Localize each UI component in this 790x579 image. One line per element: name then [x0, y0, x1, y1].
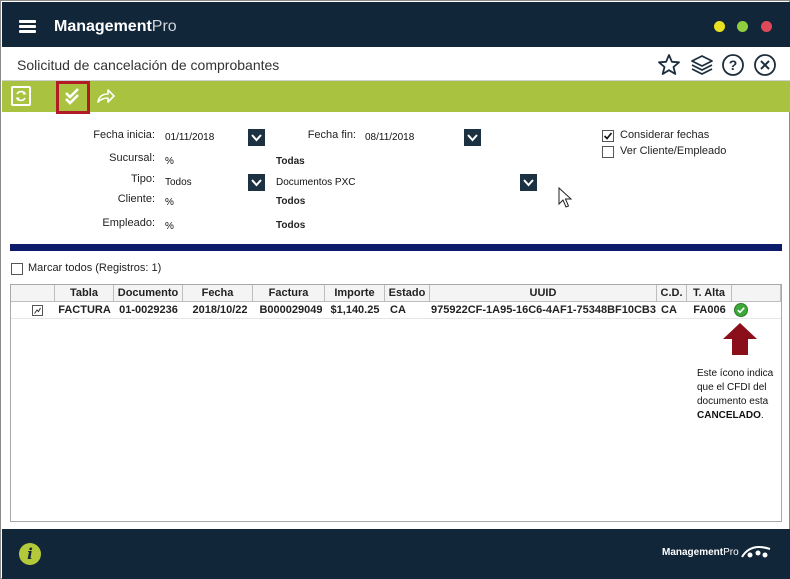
- arrow-up-icon: [723, 323, 757, 355]
- footer-logo: ManagementPro: [662, 547, 739, 558]
- considerar-fechas-checkbox[interactable]: [602, 130, 614, 142]
- close-window-button[interactable]: [761, 21, 772, 32]
- fecha-inicia-input[interactable]: 01/11/2018: [165, 129, 247, 146]
- star-icon[interactable]: [657, 53, 681, 77]
- cell-estado: CA: [390, 304, 406, 316]
- column-header-importe[interactable]: Importe: [325, 285, 385, 302]
- annotation-line-3: documento esta: [697, 396, 769, 407]
- footer-bar: i ManagementPro: [2, 529, 790, 579]
- empleado-label: Empleado:: [102, 217, 155, 229]
- cell-t-alta: FA006: [693, 304, 726, 316]
- cell-fecha: 2018/10/22: [192, 304, 248, 316]
- tipo-dropdown[interactable]: [248, 174, 265, 191]
- checkmark-icon: [603, 132, 613, 140]
- cliente-input[interactable]: %: [165, 194, 265, 211]
- fecha-fin-label: Fecha fin:: [307, 129, 356, 141]
- annotation-line-4: CANCELADO: [697, 410, 761, 421]
- column-header-cd[interactable]: C.D.: [657, 285, 687, 302]
- double-check-icon: [65, 88, 79, 105]
- sucursal-label: Sucursal:: [109, 152, 155, 164]
- page-title: Solicitud de cancelación de comprobantes: [17, 57, 280, 73]
- app-window: ManagementPro Solicitud de cancelación d…: [0, 0, 790, 579]
- refresh-button[interactable]: [11, 86, 31, 106]
- annotation-line-2: que el CFDI del: [697, 382, 767, 393]
- chevron-down-icon: [251, 179, 262, 187]
- svg-text:?: ?: [729, 57, 738, 73]
- ver-cliente-checkbox[interactable]: [602, 146, 614, 158]
- annotation-line-1: Este ícono indica: [697, 368, 774, 379]
- chevron-down-icon: [467, 134, 478, 142]
- marcar-todos-label: Marcar todos (Registros: 1): [28, 262, 162, 274]
- documents-table: Tabla Documento Fecha Factura Importe Es…: [10, 284, 782, 522]
- cell-tabla: FACTURA: [58, 304, 111, 316]
- cell-status: [732, 302, 750, 319]
- close-icon[interactable]: [753, 53, 777, 77]
- cell-factura: B000029049: [259, 304, 323, 316]
- column-header-t-alta[interactable]: T. Alta: [687, 285, 732, 302]
- fecha-fin-dropdown[interactable]: [464, 129, 481, 146]
- help-icon[interactable]: ?: [721, 53, 745, 77]
- column-header-fecha[interactable]: Fecha: [183, 285, 253, 302]
- brand-mark-icon: [741, 546, 771, 558]
- brand-main: Management: [54, 18, 152, 35]
- column-header-uuid[interactable]: UUID: [430, 285, 657, 302]
- tipo-label: Tipo:: [130, 173, 155, 185]
- empleado-input[interactable]: %: [165, 218, 265, 235]
- ver-cliente-label: Ver Cliente/Empleado: [620, 145, 727, 157]
- info-icon[interactable]: i: [19, 543, 41, 565]
- approve-cancellation-button[interactable]: [56, 81, 90, 114]
- column-header-estado[interactable]: Estado: [385, 285, 430, 302]
- column-header-tabla[interactable]: Tabla: [55, 285, 114, 302]
- cliente-label: Cliente:: [117, 193, 155, 205]
- menu-icon[interactable]: [19, 20, 36, 33]
- layers-icon[interactable]: [690, 53, 714, 77]
- empleado-description: Todos: [276, 220, 306, 231]
- table-header: Tabla Documento Fecha Factura Importe Es…: [11, 285, 781, 302]
- considerar-fechas-label: Considerar fechas: [620, 129, 710, 141]
- forward-icon: [97, 89, 115, 103]
- brand-pro: Pro: [151, 18, 177, 35]
- sucursal-description: Todas: [276, 156, 305, 167]
- page-header: Solicitud de cancelación de comprobantes…: [2, 47, 790, 81]
- edit-document-icon: [31, 305, 43, 316]
- annotation-line-4-suffix: .: [760, 410, 764, 421]
- cell-importe: $1,140.25: [330, 304, 380, 316]
- tipo-documento-select[interactable]: Documentos PXC: [276, 174, 519, 191]
- tipo-documento-dropdown[interactable]: [520, 174, 537, 191]
- check-circle-icon: [734, 303, 748, 317]
- column-header-status: [732, 285, 781, 302]
- column-header-factura[interactable]: Factura: [253, 285, 325, 302]
- fecha-inicia-label: Fecha inicia:: [93, 129, 155, 141]
- cell-documento: 01-0029236: [119, 304, 178, 316]
- action-toolbar: [2, 81, 790, 114]
- tipo-select[interactable]: Todos: [165, 174, 247, 191]
- footer-brand-pro: Pro: [723, 547, 739, 558]
- column-header-documento[interactable]: Documento: [114, 285, 183, 302]
- mouse-cursor-icon: [558, 187, 572, 208]
- marcar-todos-checkbox[interactable]: [11, 263, 23, 275]
- cell-cd: CA: [661, 304, 677, 316]
- footer-brand-main: Management: [662, 547, 724, 558]
- cell-uuid: 975922CF-1A95-16C6-4AF1-75348BF10CB3: [430, 304, 656, 316]
- maximize-button[interactable]: [737, 21, 748, 32]
- refresh-icon: [15, 90, 27, 102]
- row-select-box[interactable]: [31, 305, 43, 316]
- annotation-note: Este ícono indica que el CFDI del docume…: [697, 367, 783, 423]
- minimize-button[interactable]: [714, 21, 725, 32]
- app-brand: ManagementPro: [54, 18, 177, 36]
- sucursal-input[interactable]: %: [165, 153, 265, 170]
- fecha-fin-input[interactable]: 08/11/2018: [365, 129, 463, 146]
- table-row[interactable]: FACTURA 01-0029236 2018/10/22 B000029049…: [11, 302, 781, 319]
- cliente-description: Todos: [276, 196, 306, 207]
- section-divider: [10, 244, 782, 251]
- chevron-down-icon: [523, 179, 534, 187]
- title-bar: ManagementPro: [2, 2, 790, 47]
- column-select: [11, 285, 55, 302]
- forward-button[interactable]: [95, 86, 115, 106]
